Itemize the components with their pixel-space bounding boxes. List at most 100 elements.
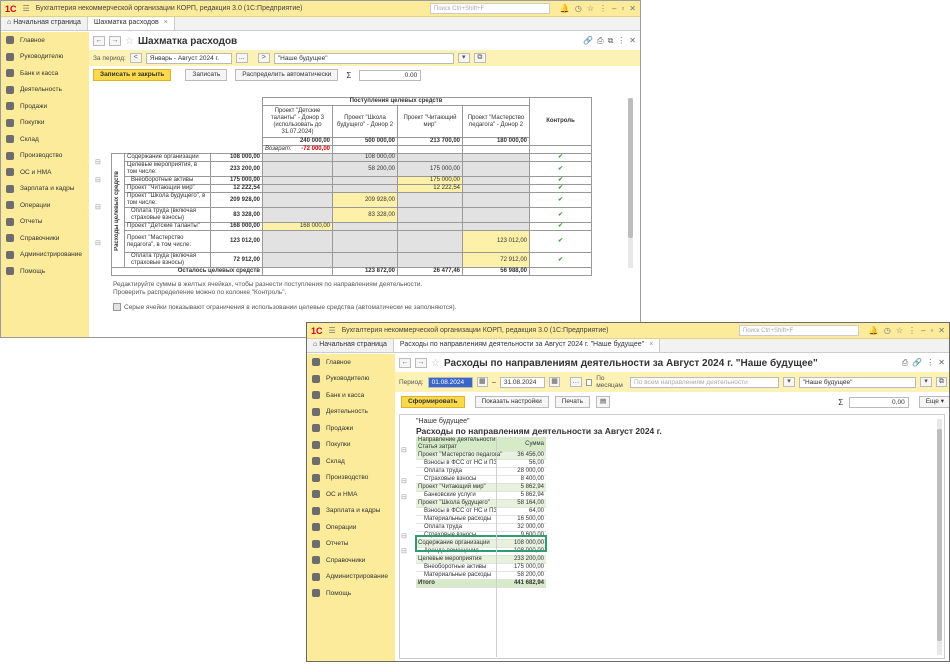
sidebar-item[interactable]: Операции [307,519,395,536]
sidebar-item[interactable]: Отчеты [307,536,395,553]
close-icon[interactable]: ✕ [938,358,945,368]
date-to-calendar-icon[interactable]: ▦ [548,377,561,387]
tab-home[interactable]: ⌂ Начальная страница [1,17,88,30]
sidebar-item[interactable]: Зарплата и кадры [1,181,89,198]
menu-icon[interactable]: ☰ [329,326,336,335]
distribute-auto-button[interactable]: Распределить автоматически [235,69,339,81]
sidebar-item[interactable]: ОС и НМА [1,164,89,181]
history-icon[interactable]: ◷ [575,4,582,13]
sidebar-item[interactable]: Деятельность [307,404,395,421]
sidebar-item[interactable]: Администрирование [1,247,89,264]
more-icon[interactable]: ⋮ [617,36,625,46]
sidebar-item[interactable]: Производство [1,148,89,165]
close-icon[interactable]: ✕ [938,326,945,335]
report-row[interactable]: Целевые мероприятия 233 200,00 [416,555,546,564]
sidebar-item[interactable]: Руководителю [307,371,395,388]
period-next-button[interactable]: > [257,53,270,63]
organization-open-button[interactable]: ⧉ [473,53,486,63]
editable-cell[interactable]: 72 912,00 [462,252,530,268]
save-and-close-button[interactable]: Записать и закрыть [93,69,172,81]
report-row[interactable]: Страховые взносы 8 400,00 [416,475,546,484]
sidebar-item[interactable]: Помощь [1,263,89,280]
period-prev-button[interactable]: < [129,53,142,63]
date-from-calendar-icon[interactable]: ▦ [476,377,488,387]
more-icon[interactable]: ⋮ [908,326,916,335]
favorite-star-icon[interactable]: ☆ [125,36,134,47]
sidebar-item[interactable]: Справочники [307,552,395,569]
link-icon[interactable]: 🔗 [583,36,593,46]
editable-cell[interactable]: 12 222,54 [397,184,463,193]
favorite-icon[interactable]: ☆ [587,4,594,13]
scrollbar[interactable] [937,419,942,655]
sidebar-item[interactable]: Справочники [1,230,89,247]
save-button[interactable]: Записать [185,69,228,81]
report-row[interactable]: Внеоборотные активы 175 000,00 [416,563,546,572]
editable-cell[interactable]: 175 000,00 [397,176,463,185]
report-row[interactable]: Проект "Читающий мир" 5 862,94 [416,483,546,492]
sidebar-item[interactable]: Отчеты [1,214,89,231]
maximize-icon[interactable]: ▫ [621,4,624,13]
report-row[interactable]: Материальные расходы 58 200,00 [416,571,546,580]
report-row[interactable]: Взносы в ФСС от НС и ПЗ 56,00 [416,459,546,468]
forward-button[interactable]: → [109,36,121,46]
attach-icon[interactable]: ⧉ [608,36,614,46]
report-row[interactable]: Банковские услуги 5 862,94 [416,491,546,500]
period-input[interactable]: Январь - Август 2024 г. [145,52,232,64]
print-icon[interactable]: ⎙ [597,36,603,46]
editable-cell[interactable]: 209 928,00 [332,192,398,208]
report-row[interactable]: Оплата труда 32 000,00 [416,523,546,532]
forward-button[interactable]: → [415,358,427,368]
editable-cell[interactable]: 83 328,00 [332,207,398,223]
sidebar-item[interactable]: Помощь [307,585,395,602]
search-input[interactable]: Поиск Ctrl+Shift+F [738,325,859,336]
tab-report[interactable]: Расходы по направлениям деятельности за … [393,339,661,352]
minimize-icon[interactable]: – [612,4,616,13]
sidebar-item[interactable]: Руководителю [1,49,89,66]
scrollbar[interactable] [628,98,633,268]
sidebar-item[interactable]: Производство [307,470,395,487]
close-icon[interactable]: ✕ [629,36,636,46]
period-select-button[interactable]: ... [235,53,248,63]
organization-open-button[interactable]: ⧉ [935,377,947,387]
sum-field[interactable]: 0.00 [359,69,422,81]
report-row[interactable]: Взносы в ФСС от НС и ПЗ 64,00 [416,507,546,516]
maximize-icon[interactable]: ▫ [930,326,933,335]
minimize-icon[interactable]: – [921,326,925,335]
sidebar-item[interactable]: Склад [1,131,89,148]
sidebar-item[interactable]: Продажи [1,98,89,115]
sidebar-item[interactable]: Банк и касса [1,65,89,82]
close-icon[interactable]: ✕ [629,4,636,13]
organization-input[interactable]: "Наше будущее" [798,376,917,388]
tab-home[interactable]: ⌂ Начальная страница [307,339,394,352]
favorite-star-icon[interactable]: ☆ [431,358,440,369]
organization-input[interactable]: "Наше будущее" [273,52,454,64]
report-row[interactable]: Оплата труда 28 000,00 [416,467,546,476]
tab-chessboard[interactable]: Шахматка расходов × [87,17,175,30]
directions-dropdown-button[interactable]: ▾ [783,377,795,387]
directions-input[interactable]: По всем направлениям деятельности [630,376,780,388]
favorite-icon[interactable]: ☆ [896,326,903,335]
sidebar-item[interactable]: Главное [1,32,89,49]
report-row[interactable]: Материальные расходы 16 500,00 [416,515,546,524]
search-input[interactable]: Поиск Ctrl+Shift+F [429,3,550,14]
tab-close-icon[interactable]: × [164,19,168,26]
sidebar-item[interactable]: Администрирование [307,569,395,586]
print-icon[interactable]: ⎙ [902,358,908,368]
more-button[interactable]: Еще ▾ [918,396,949,408]
sidebar-item[interactable]: Покупки [1,115,89,132]
show-settings-button[interactable]: Показать настройки [474,396,549,408]
bell-icon[interactable]: 🔔 [560,4,570,13]
print-button[interactable]: Печать [554,396,591,408]
back-button[interactable]: ← [93,36,105,46]
editable-cell[interactable]: 123 012,00 [462,230,530,253]
sidebar-item[interactable]: Продажи [307,420,395,437]
sidebar-item[interactable]: Главное [307,354,395,371]
more-icon[interactable]: ⋮ [926,358,934,368]
report-row[interactable]: Проект "Мастерство педагога" 36 456,00 [416,451,546,460]
sidebar-item[interactable]: Операции [1,197,89,214]
more-icon[interactable]: ⋮ [599,4,607,13]
by-months-checkbox[interactable] [585,378,593,386]
sum-field[interactable]: 0,00 [849,396,909,408]
tab-close-icon[interactable]: × [649,341,653,348]
sidebar-item[interactable]: Склад [307,453,395,470]
